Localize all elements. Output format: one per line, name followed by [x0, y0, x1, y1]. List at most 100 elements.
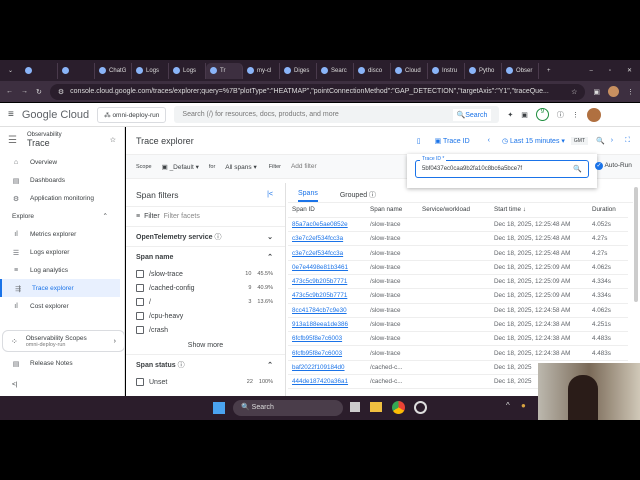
trace-search-icon[interactable]: 🔍: [573, 165, 582, 173]
sidebar-item[interactable]: ıl Metrics explorer: [0, 225, 124, 243]
browser-tab[interactable]: Obser: [502, 62, 540, 79]
chevron-up-icon[interactable]: ⌃: [267, 361, 273, 369]
column-header[interactable]: Span ID: [288, 203, 366, 218]
table-row[interactable]: 6fcfb95f8e7c6003/slow-trace Dec 18, 2025,…: [288, 331, 628, 347]
browser-tab[interactable]: my-cl: [243, 62, 281, 79]
checkbox[interactable]: [136, 298, 144, 306]
google-cloud-logo[interactable]: Google Cloud: [22, 109, 89, 121]
browser-tab[interactable]: Diges: [280, 62, 318, 79]
facet-option[interactable]: /crash: [126, 323, 285, 337]
close-window-button[interactable]: ✕: [619, 67, 640, 74]
filter-facets-input[interactable]: Filter facets: [164, 213, 200, 220]
fullscreen-icon[interactable]: ⛶: [625, 137, 630, 145]
table-row[interactable]: 913a188eea1de386/slow-trace Dec 18, 2025,…: [288, 317, 628, 333]
collapse-panel-icon[interactable]: |<: [267, 191, 273, 198]
sidebar-item[interactable]: ⚙ Application monitoring: [0, 189, 124, 207]
search-button[interactable]: 🔍Search: [452, 108, 492, 121]
obs-icon[interactable]: [414, 401, 427, 414]
table-row[interactable]: 6fcfb95f8e7c6003/slow-trace Dec 18, 2025,…: [288, 345, 628, 361]
checkbox[interactable]: [136, 378, 144, 386]
minimize-button[interactable]: –: [581, 68, 600, 74]
span-status-facet[interactable]: Span status ⓘ: [136, 360, 185, 370]
project-picker[interactable]: ⁂ omni-deploy-run: [97, 106, 167, 123]
explore-header[interactable]: Explore: [12, 213, 34, 220]
new-tab-button[interactable]: +: [539, 68, 559, 74]
browser-tab[interactable]: Tr: [206, 62, 244, 79]
trace-id-button[interactable]: ▣ Trace ID: [435, 137, 470, 145]
chevron-down-icon[interactable]: ⌄: [267, 233, 273, 241]
release-notes-link[interactable]: Release Notes: [30, 360, 73, 367]
spans-select[interactable]: All spans ▾: [225, 163, 256, 171]
sidebar-item[interactable]: ıl Cost explorer: [0, 297, 124, 315]
checkbox[interactable]: [136, 326, 144, 334]
browser-tab[interactable]: disco: [354, 62, 392, 79]
browser-tab[interactable]: [21, 62, 59, 79]
help-icon[interactable]: ⓘ: [557, 110, 564, 120]
more-options-icon[interactable]: ⋮: [572, 111, 579, 119]
facet-option[interactable]: /cached-config 9 40.9%: [126, 281, 285, 295]
browser-tab[interactable]: Pytho: [465, 62, 503, 79]
browser-tab[interactable]: ChatG: [95, 62, 133, 79]
browser-tab[interactable]: Cloud: [391, 62, 429, 79]
span-id-link[interactable]: c3e7c2ef534fcc3a: [292, 235, 343, 242]
browser-tab[interactable]: [58, 62, 96, 79]
profile-avatar[interactable]: [608, 86, 619, 97]
column-header[interactable]: Service/workload: [418, 203, 490, 218]
checkbox[interactable]: [136, 270, 144, 278]
cloud-shell-icon[interactable]: ▣: [521, 111, 528, 119]
tab-spans[interactable]: Spans: [298, 187, 318, 202]
tray-chevron-icon[interactable]: ^: [506, 401, 510, 410]
observability-scopes-card[interactable]: ⁘ Observability Scopes omni-deploy-run ›: [2, 330, 125, 352]
browser-tab[interactable]: Logs: [132, 62, 170, 79]
sidebar-item[interactable]: ▤ Dashboards: [0, 171, 124, 189]
browser-tab[interactable]: Searc: [317, 62, 355, 79]
time-range-picker[interactable]: ◷ Last 15 minutes ▾: [502, 137, 565, 145]
table-row[interactable]: 8cc41784cb7c9e30/slow-trace Dec 18, 2025,…: [288, 303, 628, 318]
windows-start-icon[interactable]: [213, 402, 225, 414]
tab-grouped[interactable]: Grouped ⓘ: [340, 190, 376, 200]
maximize-button[interactable]: ▫: [601, 68, 619, 74]
sidebar-item[interactable]: ≡ Log analytics: [0, 261, 124, 279]
span-id-link[interactable]: 473c5c9b205b7771: [292, 278, 347, 285]
facet-option[interactable]: / 3 13.6%: [126, 295, 285, 309]
column-header[interactable]: Duration: [588, 203, 628, 218]
table-scrollbar[interactable]: [634, 187, 638, 302]
tab-search-menu[interactable]: ⌄: [0, 67, 21, 74]
search-input[interactable]: Search (/) for resources, docs, products…: [174, 106, 500, 123]
time-next-icon[interactable]: ›: [611, 137, 613, 144]
facet-option[interactable]: /slow-trace 10 45.5%: [126, 267, 285, 281]
table-row[interactable]: 0e7e4498e81b3461/slow-trace Dec 18, 2025,…: [288, 260, 628, 275]
gemini-icon[interactable]: ✦: [507, 111, 513, 119]
url-field[interactable]: ⚙ console.cloud.google.com/traces/explore…: [49, 83, 586, 100]
table-row[interactable]: c3e7c2ef534fcc3a/slow-trace Dec 18, 2025,…: [288, 245, 628, 261]
pin-star-icon[interactable]: ☆: [110, 136, 116, 144]
sidebar-item[interactable]: ⌂ Overview: [0, 153, 124, 171]
otel-service-facet[interactable]: OpenTelemetry service ⓘ: [136, 232, 221, 242]
forward-icon[interactable]: →: [21, 88, 28, 95]
checkbox[interactable]: [136, 312, 144, 320]
table-row[interactable]: 85a7ac0e5ae0852e/slow-trace Dec 18, 2025,…: [288, 217, 628, 233]
table-row[interactable]: 473c5c9b205b7771/slow-trace Dec 18, 2025,…: [288, 274, 628, 290]
browser-menu-icon[interactable]: ⋮: [627, 88, 634, 96]
taskbar-search[interactable]: 🔍 Search: [233, 400, 343, 416]
auto-run-toggle[interactable]: ✓ Auto-Run: [595, 162, 632, 170]
show-more-button[interactable]: Show more: [126, 337, 285, 355]
facet-option[interactable]: /cpu-heavy: [126, 309, 285, 323]
hamburger-menu-icon[interactable]: ≡: [8, 109, 14, 120]
back-icon[interactable]: ←: [6, 88, 13, 95]
span-id-link[interactable]: 0e7e4498e81b3461: [292, 264, 348, 271]
scope-select[interactable]: ▣ _Default ▾: [162, 163, 199, 171]
column-header-sorted[interactable]: Start time ↓: [490, 203, 588, 218]
span-id-link[interactable]: 85a7ac0e5ae0852e: [292, 221, 348, 228]
sidebar-item[interactable]: ☰ Logs explorer: [0, 243, 124, 261]
chrome-icon[interactable]: [392, 401, 405, 414]
span-id-link[interactable]: 444de187420a36a1: [292, 378, 348, 385]
bookmark-star-icon[interactable]: ☆: [571, 88, 577, 96]
task-view-icon[interactable]: [350, 402, 360, 412]
zoom-icon[interactable]: 🔍: [596, 137, 605, 145]
table-row[interactable]: 473c5c9b205b7771/slow-trace Dec 18, 2025,…: [288, 288, 628, 304]
span-id-link[interactable]: 6fcfb95f8e7c6003: [292, 335, 342, 342]
docs-icon[interactable]: ▯: [417, 137, 421, 145]
browser-tab[interactable]: Logs: [169, 62, 207, 79]
add-filter-input[interactable]: Add filter: [291, 163, 317, 170]
